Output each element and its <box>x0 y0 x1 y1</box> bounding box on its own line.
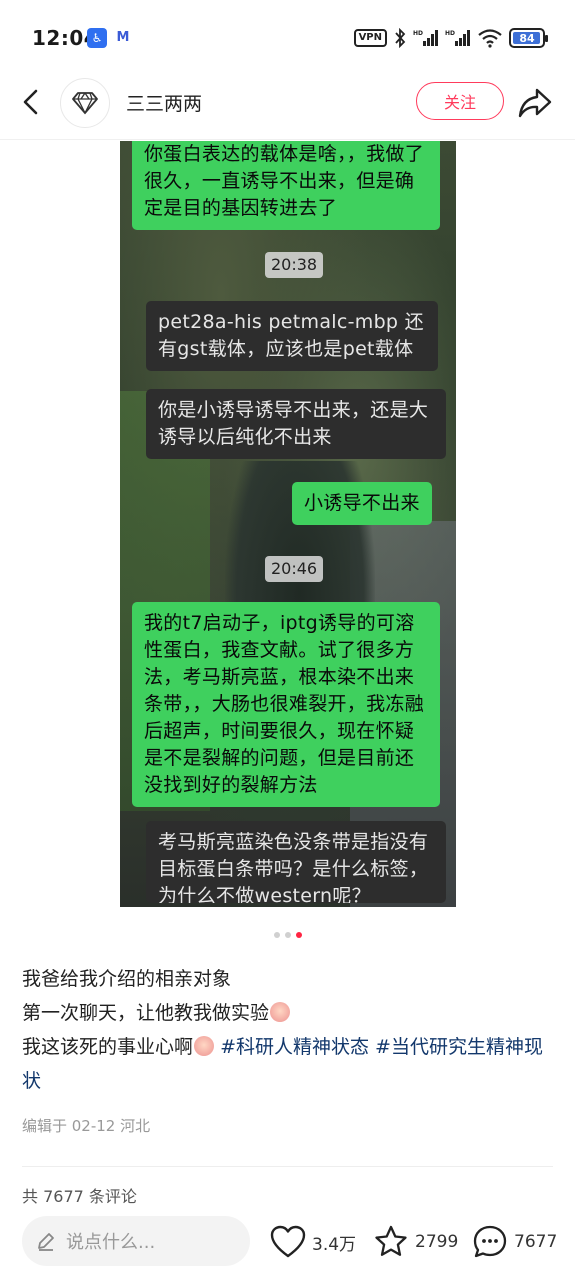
comment-input[interactable]: 说点什么... <box>22 1216 250 1266</box>
status-bar: 12:04 ♿ M VPN HD HD 84 <box>0 0 575 76</box>
favorite-count: 2799 <box>415 1232 459 1252</box>
post-line-3: 我这该死的事业心啊 #科研人精神状态 #当代研究生精神现状 <box>22 1036 543 1092</box>
vpn-badge: VPN <box>353 29 387 47</box>
signal-icon-2: HD <box>445 30 470 46</box>
hashtag-link[interactable]: #科研人精神状态 <box>220 1036 369 1058</box>
post-edit-info: 编辑于 02-12 河北 <box>22 1117 151 1135</box>
diamond-icon <box>72 92 98 115</box>
carousel-dot <box>284 932 291 938</box>
comment-count: 7677 <box>514 1232 558 1252</box>
post-line-2: 第一次聊天，让他教我做实验 <box>22 996 552 1030</box>
share-icon <box>518 88 552 118</box>
follow-button[interactable]: 关注 <box>416 82 504 120</box>
post-line-1: 我爸给我介绍的相亲对象 <box>22 968 232 990</box>
comment-placeholder: 说点什么... <box>66 1232 156 1253</box>
accessibility-icon: ♿ <box>87 28 107 48</box>
battery-level: 84 <box>519 31 535 45</box>
post-image[interactable]: 你蛋白表达的载体是啥，，我做了很久，一直诱导不出来，但是确定是目的基因转进去了 … <box>120 141 456 907</box>
bottom-action-bar: 说点什么... 3.4万 2799 7677 <box>0 1204 575 1280</box>
carousel-dot-active <box>295 932 302 938</box>
chat-timestamp: 20:38 <box>265 252 324 278</box>
heart-icon <box>270 1225 306 1258</box>
chat-bubble-sent: 我的t7启动子，iptg诱导的可溶性蛋白，我查文献。试了很多方法，考马斯亮蓝，根… <box>132 602 440 807</box>
chat-bubble-received: 考马斯亮蓝染色没条带是指没有目标蛋白条带吗？是什么标签，为什么不做western… <box>146 821 446 903</box>
share-button[interactable] <box>516 84 554 122</box>
chat-bubble-sent: 你蛋白表达的载体是啥，，我做了很久，一直诱导不出来，但是确定是目的基因转进去了 <box>132 141 440 230</box>
author-name[interactable]: 三三两两 <box>126 89 202 116</box>
wifi-icon <box>478 29 502 48</box>
svg-text:HD: HD <box>413 30 423 37</box>
chat-bubble-sent: 小诱导不出来 <box>292 482 432 525</box>
post-header: 三三两两 关注 <box>0 68 575 140</box>
bluetooth-icon <box>395 28 406 48</box>
chat-timestamp: 20:46 <box>265 556 324 582</box>
status-indicators: VPN HD HD 84 <box>353 26 548 50</box>
chat-bubble-received: pet28a-his petmalc-mbp 还有gst载体，应该也是pet载体 <box>146 301 438 371</box>
like-button[interactable]: 3.4万 <box>270 1222 356 1262</box>
chat-bubble-icon <box>473 1225 507 1258</box>
post-body: 我爸给我介绍的相亲对象 第一次聊天，让他教我做实验 我这该死的事业心啊 #科研人… <box>22 962 552 1098</box>
signal-icon: HD <box>413 30 438 46</box>
svg-text:HD: HD <box>445 30 455 37</box>
mail-icon: M <box>116 30 130 45</box>
crying-face-icon <box>194 1036 215 1056</box>
like-count: 3.4万 <box>312 1234 357 1255</box>
carousel-indicator <box>0 932 575 938</box>
author-avatar[interactable] <box>60 78 110 128</box>
favorite-button[interactable]: 2799 <box>373 1222 458 1262</box>
divider <box>22 1166 553 1167</box>
back-button[interactable] <box>14 84 50 120</box>
pencil-icon <box>38 1233 54 1251</box>
carousel-dot <box>273 932 280 938</box>
chevron-left-icon <box>23 89 38 115</box>
battery-indicator: 84 <box>509 28 548 48</box>
chat-bubble-received: 你是小诱导诱导不出来，还是大诱导以后纯化不出来 <box>146 389 446 459</box>
star-icon <box>375 1225 407 1256</box>
crying-face-icon <box>270 1002 291 1022</box>
comment-button[interactable]: 7677 <box>472 1222 557 1262</box>
